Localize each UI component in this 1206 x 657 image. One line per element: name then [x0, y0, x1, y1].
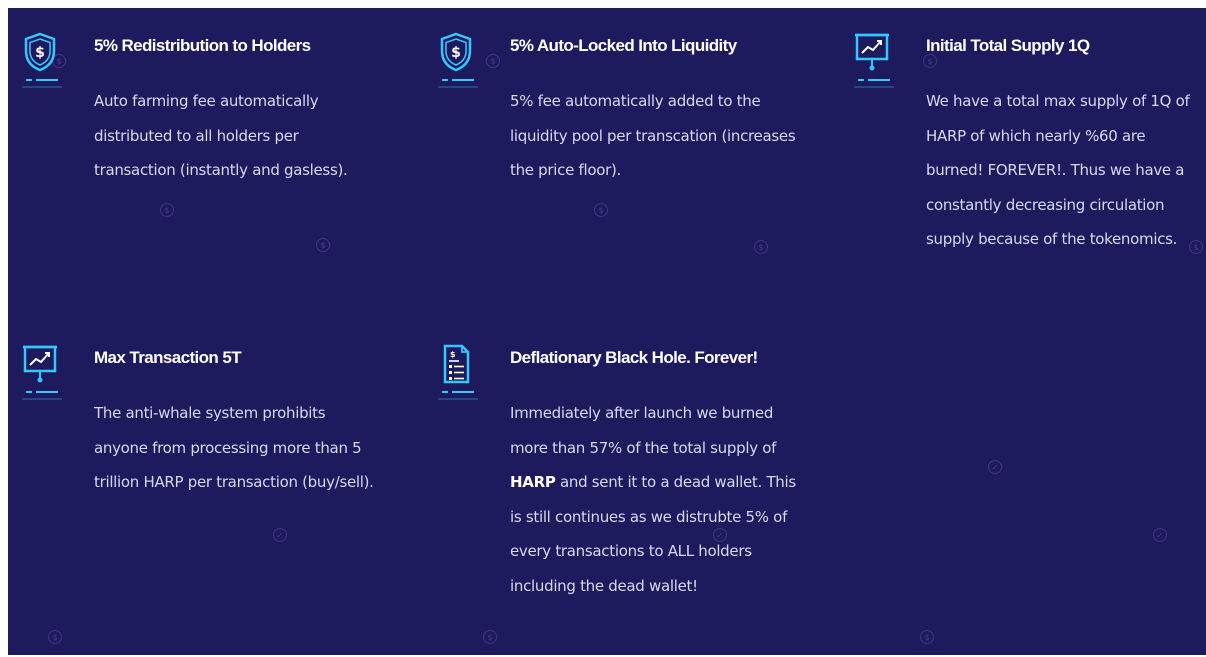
feature-description: Auto farming fee automatically distribut… — [94, 92, 348, 179]
background-coin-icon: ✓ — [988, 460, 1002, 474]
background-coin-icon: $ — [754, 240, 768, 254]
chart-board-icon — [855, 33, 889, 71]
background-coin-icon: ✓ — [1153, 528, 1167, 542]
feature-liquidity: $ 5% Auto-Locked Into Liquidity 5% fee a… — [438, 32, 818, 232]
feature-total-supply: Initial Total Supply 1Q We have a total … — [854, 32, 1204, 292]
feature-title: 5% Auto-Locked Into Liquidity — [510, 36, 737, 55]
background-coin-icon: $ — [316, 238, 330, 252]
feature-title: Max Transaction 5T — [94, 348, 242, 367]
feature-redistribution: $ 5% Redistribution to Holders Auto farm… — [22, 32, 402, 232]
feature-description: 5% fee automatically added to the liquid… — [510, 92, 796, 179]
chart-board-icon — [23, 345, 57, 383]
feature-title: 5% Redistribution to Holders — [94, 36, 311, 55]
feature-description: We have a total max supply of 1Q of HARP… — [926, 92, 1190, 248]
description-text: and sent it to a dead wallet. This is st… — [510, 473, 796, 595]
svg-text:$: $ — [35, 45, 45, 61]
svg-text:$: $ — [451, 45, 461, 61]
background-coin-icon: $ — [920, 630, 934, 644]
features-section: $ $ $ $ $ $ $ $ ✓ ✓ ✓ ✓ $ $ $ $ 5% Redis… — [8, 8, 1206, 655]
underline-icon — [22, 391, 62, 400]
underline-icon — [438, 79, 478, 88]
feature-deflationary: $ Deflationary Black Hole. Forever! Imme… — [438, 344, 818, 654]
feature-max-transaction: Max Transaction 5T The anti-whale system… — [22, 344, 402, 564]
underline-icon — [22, 79, 62, 88]
underline-icon — [854, 79, 894, 88]
feature-title: Deflationary Black Hole. Forever! — [510, 348, 758, 367]
document-dollar-icon: $ — [443, 344, 470, 384]
shield-dollar-icon: $ — [440, 32, 472, 72]
token-name: HARP — [510, 473, 556, 491]
shield-dollar-icon: $ — [24, 32, 56, 72]
feature-title: Initial Total Supply 1Q — [926, 36, 1090, 55]
feature-description: Immediately after launch we burned more … — [510, 396, 800, 603]
underline-icon — [438, 391, 478, 400]
description-text: Immediately after launch we burned more … — [510, 404, 777, 457]
background-coin-icon: $ — [48, 630, 62, 644]
feature-description: The anti-whale system prohibits anyone f… — [94, 404, 374, 491]
svg-text:$: $ — [450, 350, 456, 359]
